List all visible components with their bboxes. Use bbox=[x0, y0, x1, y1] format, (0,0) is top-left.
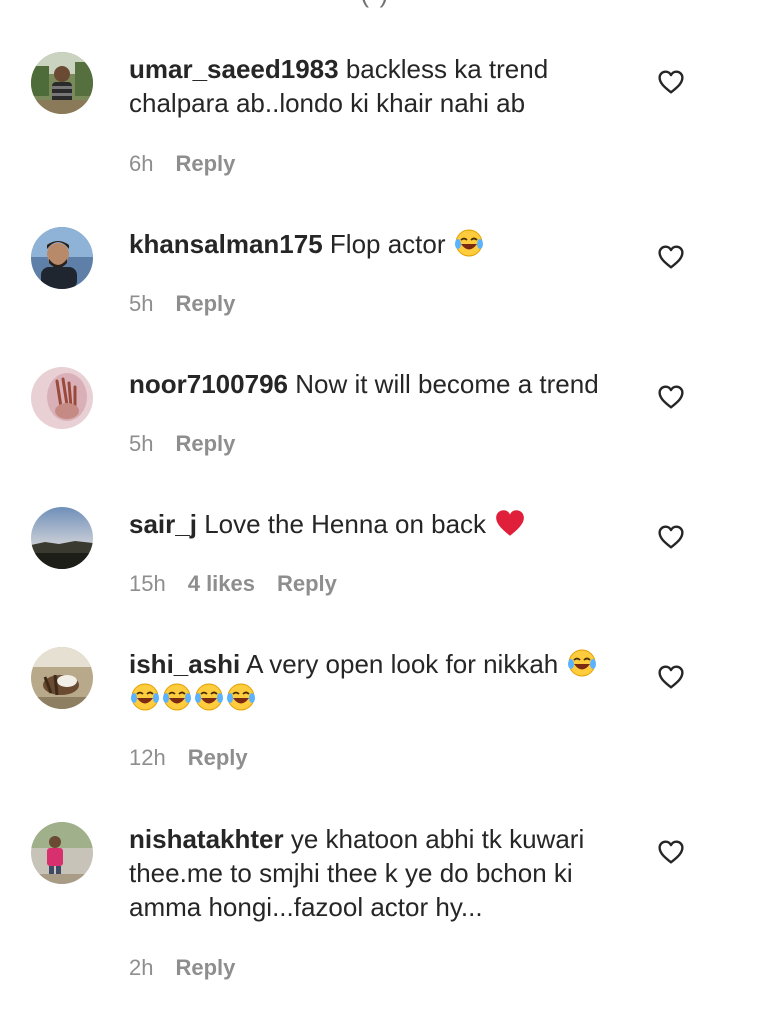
comment-username[interactable]: ishi_ashi bbox=[129, 649, 240, 679]
avatar[interactable] bbox=[31, 507, 93, 569]
view-replies-partial-text: — — · (·) bbox=[272, 0, 389, 9]
heart-outline-icon[interactable] bbox=[658, 665, 684, 689]
comment-body: nishatakhter ye khatoon abhi tk kuwari t… bbox=[129, 822, 629, 924]
reply-button[interactable]: Reply bbox=[175, 151, 235, 176]
face-with-tears-of-joy-emoji bbox=[131, 683, 159, 711]
comment-meta: 6h Reply bbox=[129, 151, 235, 177]
comment-text: A very open look for nikkah bbox=[246, 649, 559, 679]
red-heart-emoji bbox=[496, 510, 525, 536]
heart-outline-icon[interactable] bbox=[658, 70, 684, 94]
comment-body: umar_saeed1983 backless ka trend chalpar… bbox=[129, 52, 629, 120]
heart-outline-icon[interactable] bbox=[658, 385, 684, 409]
avatar[interactable] bbox=[31, 227, 93, 289]
comment-body: ishi_ashi A very open look for nikkah bbox=[129, 647, 629, 715]
heart-outline-icon[interactable] bbox=[658, 245, 684, 269]
avatar[interactable] bbox=[31, 647, 93, 709]
face-with-tears-of-joy-emoji bbox=[163, 683, 191, 711]
comment-meta: 12h Reply bbox=[129, 745, 248, 771]
comment-username[interactable]: noor7100796 bbox=[129, 369, 288, 399]
comments-screen: — — · (·) umar_saeed1983 backless ka tre… bbox=[0, 0, 763, 1024]
reply-button[interactable]: Reply bbox=[175, 291, 235, 316]
comment-username[interactable]: nishatakhter bbox=[129, 824, 284, 854]
comment-time: 5h bbox=[129, 431, 154, 456]
comment-time: 6h bbox=[129, 151, 154, 176]
comment-meta: 5h Reply bbox=[129, 291, 235, 317]
comment-time: 2h bbox=[129, 955, 154, 980]
avatar[interactable] bbox=[31, 52, 93, 114]
comment-text: Now it will become a trend bbox=[295, 369, 599, 399]
reply-button[interactable]: Reply bbox=[277, 571, 337, 596]
comment-time: 15h bbox=[129, 571, 166, 596]
reply-button[interactable]: Reply bbox=[188, 745, 248, 770]
comment-username[interactable]: sair_j bbox=[129, 509, 197, 539]
heart-outline-icon[interactable] bbox=[658, 525, 684, 549]
comment-text: Love the Henna on back bbox=[204, 509, 487, 539]
reply-button[interactable]: Reply bbox=[175, 431, 235, 456]
face-with-tears-of-joy-emoji bbox=[567, 649, 596, 677]
comment-meta: 15h 4 likes Reply bbox=[129, 571, 337, 597]
face-with-tears-of-joy-emoji bbox=[454, 229, 483, 257]
heart-outline-icon[interactable] bbox=[658, 840, 684, 864]
comment-time: 12h bbox=[129, 745, 166, 770]
face-with-tears-of-joy-emoji bbox=[227, 683, 255, 711]
comment-text: Flop actor bbox=[329, 229, 446, 259]
comment-body: sair_j Love the Henna on back bbox=[129, 507, 629, 541]
comment-body: noor7100796 Now it will become a trend bbox=[129, 367, 629, 401]
avatar[interactable] bbox=[31, 367, 93, 429]
comment-username[interactable]: umar_saeed1983 bbox=[129, 54, 339, 84]
comment-time: 5h bbox=[129, 291, 154, 316]
likes-count[interactable]: 4 likes bbox=[188, 571, 255, 596]
comment-body: khansalman175 Flop actor bbox=[129, 227, 629, 261]
avatar[interactable] bbox=[31, 822, 93, 884]
comment-meta: 2h Reply bbox=[129, 955, 235, 981]
face-with-tears-of-joy-emoji bbox=[195, 683, 223, 711]
comment-username[interactable]: khansalman175 bbox=[129, 229, 323, 259]
reply-button[interactable]: Reply bbox=[175, 955, 235, 980]
comment-meta: 5h Reply bbox=[129, 431, 235, 457]
